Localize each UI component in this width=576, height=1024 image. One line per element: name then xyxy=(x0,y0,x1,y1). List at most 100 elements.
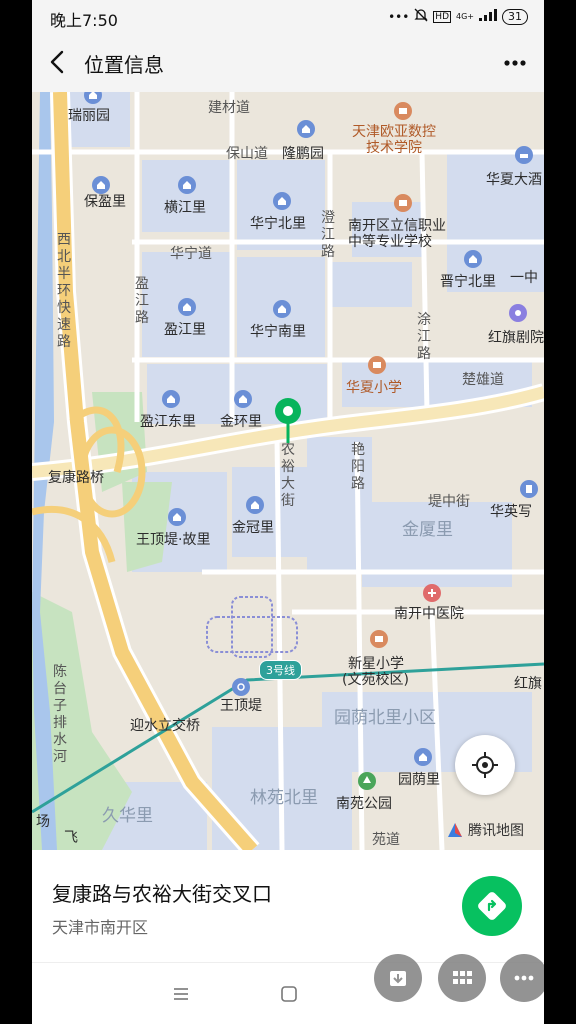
map-label: 堤中街 xyxy=(428,494,470,510)
status-bar: 晚上7:50 ••• HD 4G+ 31 xyxy=(32,0,544,34)
park-icon xyxy=(358,772,376,790)
map-label: 园荫里 xyxy=(398,772,440,788)
map-label: 林苑北里 xyxy=(250,788,318,808)
status-time: 晚上7:50 xyxy=(50,11,118,30)
location-card: 复康路与农裕大街交叉口 天津市南开区 xyxy=(32,850,544,962)
map-view[interactable]: 瑞丽园 建材道 保山道 隆鹏园 天津欧亚数控 技术学院 华夏大酒 保盈里 横江里… xyxy=(32,92,544,850)
map-label: 中等专业学校 xyxy=(348,234,432,250)
tencent-map-logo-icon xyxy=(448,823,462,837)
map-label: 技术学院 xyxy=(366,140,422,156)
map-label: 盈江东里 xyxy=(140,414,196,430)
map-label: 迎水立交桥 xyxy=(130,718,200,734)
residential-icon xyxy=(178,298,196,316)
map-label: 飞 xyxy=(64,830,78,846)
map-provider: 腾讯地图 xyxy=(446,820,524,840)
map-label: 南开中医院 xyxy=(394,606,464,622)
map-label: 盈江里 xyxy=(164,322,206,338)
map-label: 横江里 xyxy=(164,200,206,216)
provider-label: 腾讯地图 xyxy=(468,823,524,839)
map-label: 一中 xyxy=(510,270,538,286)
map-label: 建材道 xyxy=(208,100,250,116)
locate-me-button[interactable] xyxy=(455,735,515,795)
residential-icon xyxy=(178,176,196,194)
residential-icon xyxy=(297,120,315,138)
map-label: 盈江路 xyxy=(135,276,149,326)
map-label: 王顶堤 xyxy=(220,698,262,714)
chevron-left-icon xyxy=(50,50,64,74)
hd-icon: HD xyxy=(433,10,451,23)
school-icon xyxy=(370,630,388,648)
menu-icon[interactable] xyxy=(172,985,190,1003)
residential-icon xyxy=(234,390,252,408)
back-button[interactable] xyxy=(44,46,74,78)
map-label: 苑道 xyxy=(372,832,400,848)
map-label: 华夏小学 xyxy=(346,380,402,396)
map-label: 复康路桥 xyxy=(48,470,104,486)
map-label: 王顶堤·故里 xyxy=(136,532,211,548)
residential-icon xyxy=(246,496,264,514)
residential-icon xyxy=(92,176,110,194)
map-label: 华宁道 xyxy=(170,246,212,262)
map-label: 农裕大街 xyxy=(281,442,295,509)
map-label: 金厦里 xyxy=(402,520,453,540)
map-label: 晋宁北里 xyxy=(440,274,496,290)
map-label: 澄江路 xyxy=(321,210,335,260)
map-label: 西北半环快速路 xyxy=(57,232,71,350)
map-label: 金冠里 xyxy=(232,520,274,536)
more-options-button[interactable] xyxy=(500,48,530,78)
residential-icon xyxy=(414,748,432,766)
map-label: 天津欧亚数控 xyxy=(352,124,436,140)
metro-station-icon xyxy=(232,678,250,696)
more-dots-icon xyxy=(514,975,534,981)
more-actions-button[interactable] xyxy=(500,954,544,1002)
map-label: 华夏大酒 xyxy=(486,172,542,188)
theater-icon xyxy=(509,304,527,322)
place-address: 天津市南开区 xyxy=(52,918,149,937)
place-name: 复康路与农裕大街交叉口 xyxy=(52,882,272,906)
map-label: (文苑校区) xyxy=(342,672,409,688)
more-dots-icon xyxy=(504,60,526,66)
residential-icon xyxy=(464,250,482,268)
map-label: 金环里 xyxy=(220,414,262,430)
map-label: 瑞丽园 xyxy=(68,108,110,124)
map-label: 南苑公园 xyxy=(336,796,392,812)
page-title: 位置信息 xyxy=(84,53,164,77)
mute-icon xyxy=(414,8,428,25)
map-label: 楚雄道 xyxy=(462,372,504,388)
battery-icon: 31 xyxy=(502,8,528,25)
download-icon xyxy=(390,971,406,986)
download-button[interactable] xyxy=(374,954,422,1002)
hotel-icon xyxy=(515,146,533,164)
more-notifications-icon: ••• xyxy=(388,9,410,24)
home-square-icon[interactable] xyxy=(280,985,298,1003)
navigate-button[interactable] xyxy=(462,876,522,936)
map-label: 陈台子排水河 xyxy=(53,664,67,765)
metro-line-badge: 3号线 xyxy=(259,660,302,680)
map-label: 场 xyxy=(36,814,50,830)
map-label: 保盈里 xyxy=(84,194,126,210)
map-label: 华宁北里 xyxy=(250,216,306,232)
grid-icon xyxy=(453,971,472,984)
school-icon xyxy=(394,194,412,212)
app-bar: 位置信息 xyxy=(32,34,544,92)
map-label: 红旗 xyxy=(514,676,542,692)
residential-icon xyxy=(162,390,180,408)
map-label: 久华里 xyxy=(102,806,153,826)
status-icons: ••• HD 4G+ 31 xyxy=(388,8,528,25)
residential-icon xyxy=(273,192,291,210)
map-label: 红旗剧院 xyxy=(488,330,544,346)
map-label: 华英写 xyxy=(490,504,532,520)
location-pin-icon xyxy=(275,398,301,443)
map-label: 保山道 xyxy=(226,146,268,162)
map-label: 隆鹏园 xyxy=(282,146,324,162)
apps-button[interactable] xyxy=(438,954,486,1002)
school-icon xyxy=(394,102,412,120)
residential-icon xyxy=(168,508,186,526)
signal-icon xyxy=(479,9,497,24)
map-label: 南开区立信职业 xyxy=(348,218,446,234)
map-label: 园荫北里小区 xyxy=(334,708,436,728)
map-label: 艳阳路 xyxy=(351,442,365,492)
residential-icon xyxy=(273,300,291,318)
navigation-icon xyxy=(478,892,506,920)
map-label: 新星小学 xyxy=(348,656,404,672)
